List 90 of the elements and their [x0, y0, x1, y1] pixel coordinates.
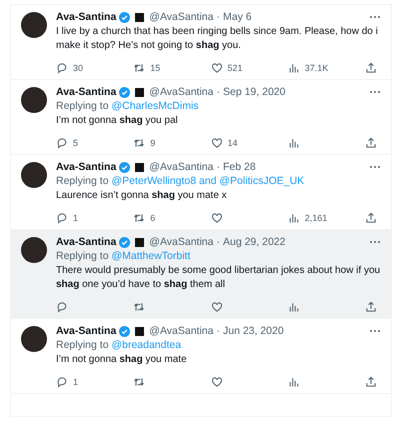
more-icon[interactable] — [369, 15, 381, 19]
share-icon[interactable] — [365, 137, 377, 149]
dot-separator: · — [216, 325, 220, 337]
verified-badge-icon — [119, 162, 130, 172]
bar-chart-icon[interactable] — [288, 376, 300, 388]
bar-chart-icon[interactable] — [288, 137, 300, 149]
display-name[interactable]: Ava-Santina — [56, 161, 116, 173]
tweet-text: I’m not gonna shag you mate — [56, 353, 188, 367]
more-icon[interactable] — [369, 165, 381, 169]
dot-separator: · — [216, 11, 220, 23]
verified-badge-icon — [119, 236, 130, 248]
share-icon[interactable] — [365, 376, 377, 388]
speech-bubble-icon[interactable] — [56, 137, 68, 149]
display-name[interactable]: Ava-Santina — [56, 236, 116, 248]
count: 521 — [228, 63, 243, 73]
count: 14 — [228, 138, 238, 148]
avatar[interactable] — [21, 326, 47, 352]
more-icon[interactable] — [369, 90, 381, 94]
verified-badge-icon — [119, 12, 130, 22]
share-icon[interactable] — [365, 301, 377, 313]
more-icon[interactable] — [369, 240, 381, 244]
display-name[interactable]: Ava-Santina — [56, 11, 116, 23]
count: 5 — [73, 138, 78, 148]
square-icon — [135, 12, 144, 22]
retweet-icon[interactable] — [133, 376, 146, 388]
count: 6 — [150, 213, 156, 223]
speech-bubble-icon[interactable] — [56, 62, 68, 74]
tweet-card[interactable]: Ava-Santina @AvaSantina · Aug 29, 2022 Replying to @MatthewTorbitt There would presumably be some good libertarian jokes about how if you shag one you’d have to shag them all — [10, 230, 392, 319]
square-icon — [135, 238, 144, 246]
verified-badge-icon — [119, 326, 130, 336]
heart-icon[interactable] — [210, 137, 222, 149]
dot-separator: · — [216, 236, 220, 248]
count: 9 — [150, 138, 156, 148]
square-icon — [135, 88, 144, 96]
heart-icon[interactable] — [210, 212, 222, 224]
display-name[interactable]: Ava-Santina — [56, 325, 116, 337]
tweet-card[interactable]: Ava-Santina @AvaSantina · Feb 28 Replying to @PeterWellingto8 and @PoliticsJOE_UK Laurence isn’t gonna shag you mate x 1 6 2,161 — [10, 155, 392, 230]
verified-badge-icon — [119, 86, 130, 98]
tweet-text: I’m not gonna shag you pal — [56, 114, 179, 128]
avatar[interactable] — [21, 162, 47, 188]
user-handle[interactable]: @AvaSantina — [149, 236, 214, 248]
count: 37.1K — [304, 63, 328, 73]
avatar[interactable] — [21, 87, 47, 113]
square-icon — [135, 162, 144, 172]
tweet-card[interactable]: Ava-Santina @AvaSantina · Sep 19, 2020 Replying to @CharlesMcDimis I’m not gonna shag you pal 5 9 14 — [10, 80, 392, 155]
retweet-icon[interactable] — [133, 137, 146, 149]
retweet-icon[interactable] — [133, 62, 146, 74]
more-icon[interactable] — [369, 329, 381, 333]
replying-label: Replying to — [56, 175, 109, 187]
display-name[interactable]: Ava-Santina — [56, 86, 116, 98]
bar-chart-icon[interactable] — [288, 62, 300, 74]
count: 15 — [150, 63, 160, 73]
tweet-date[interactable]: Feb 28 — [222, 161, 256, 173]
tweet-text: I live by a church that has been ringing bells since 9am. Please, how do i make it stop? He’s not going to shag you. — [56, 25, 379, 53]
square-icon — [135, 326, 144, 336]
bar-chart-icon[interactable] — [288, 212, 300, 224]
tweet-date[interactable]: Aug 29, 2022 — [222, 236, 286, 248]
heart-icon[interactable] — [210, 376, 222, 388]
user-handle[interactable]: @AvaSantina — [149, 161, 214, 173]
retweet-icon[interactable] — [133, 301, 146, 313]
tweet-card[interactable]: Ava-Santina @AvaSantina · May 6 I live by a church that has been ringing bells since 9am. Please, how do i make it stop? He’s not going to shag you. 30 15 521 37.1K — [10, 4, 392, 80]
dot-separator: · — [216, 86, 220, 98]
tweet-date[interactable]: May 6 — [222, 11, 252, 23]
share-icon[interactable] — [365, 62, 377, 74]
count: 1 — [73, 377, 78, 387]
dot-separator: · — [216, 161, 220, 173]
avatar[interactable] — [21, 12, 47, 38]
tweet-text: There would presumably be some good libertarian jokes about how if you shag one you’d have to shag them all — [56, 264, 381, 292]
user-handle[interactable]: @AvaSantina — [149, 86, 214, 98]
tweet-card[interactable]: Ava-Santina @AvaSantina · Jun 23, 2020 Replying to @breadandtea I’m not gonna shag you mate 1 — [10, 319, 392, 394]
speech-bubble-icon[interactable] — [56, 301, 68, 313]
tweet-text: Laurence isn’t gonna shag you mate x — [56, 189, 228, 203]
count: 1 — [73, 213, 78, 223]
share-icon[interactable] — [365, 212, 377, 224]
speech-bubble-icon[interactable] — [56, 212, 68, 224]
replying-label: Replying to — [56, 250, 109, 262]
heart-icon[interactable] — [210, 62, 222, 74]
avatar[interactable] — [21, 237, 47, 263]
speech-bubble-icon[interactable] — [56, 376, 68, 388]
user-handle[interactable]: @AvaSantina — [149, 11, 214, 23]
replying-label: Replying to — [56, 100, 109, 112]
heart-icon[interactable] — [210, 301, 222, 313]
tweet-date[interactable]: Sep 19, 2020 — [222, 86, 286, 98]
count: 30 — [73, 63, 84, 73]
count: 2,161 — [304, 213, 328, 223]
retweet-icon[interactable] — [133, 212, 146, 224]
user-handle[interactable]: @AvaSantina — [149, 325, 214, 337]
replying-label: Replying to — [56, 339, 109, 351]
tweet-date[interactable]: Jun 23, 2020 — [222, 325, 284, 337]
bar-chart-icon[interactable] — [288, 301, 300, 313]
